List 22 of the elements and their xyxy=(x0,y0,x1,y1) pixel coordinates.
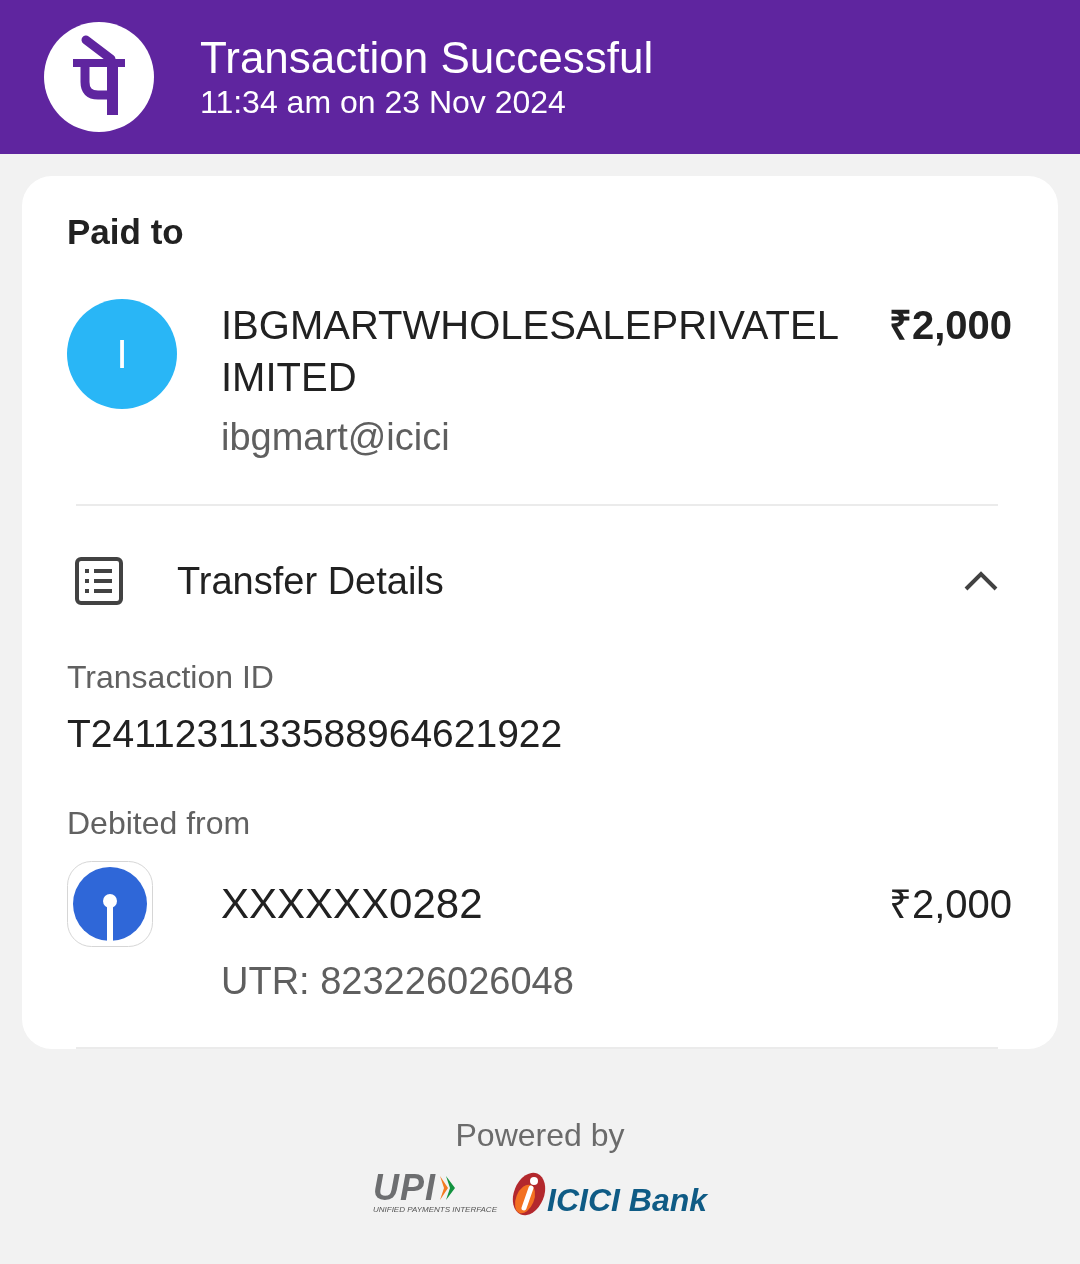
double-chevron-icon xyxy=(438,1175,456,1201)
debited-amount: ₹2,000 xyxy=(888,881,1012,928)
transaction-status-title: Transaction Successful xyxy=(200,33,654,83)
payment-amount: ₹2,000 xyxy=(888,302,1012,349)
payee-avatar: I xyxy=(67,299,177,409)
powered-by-label: Powered by xyxy=(455,1116,625,1155)
keyhole-logo-icon xyxy=(67,861,153,947)
account-number: XXXXXX0282 xyxy=(221,879,483,929)
field-label: Debited from xyxy=(67,804,252,843)
upi-tagline: UNIFIED PAYMENTS INTERFACE xyxy=(372,1205,497,1215)
section-heading: Paid to xyxy=(67,212,185,252)
field-label: Transaction ID xyxy=(67,658,275,697)
transaction-timestamp: 11:34 am on 23 Nov 2024 xyxy=(200,83,567,121)
upi-wordmark: UPI xyxy=(372,1173,436,1203)
field-value: T2411231133588964621922 xyxy=(67,711,564,757)
utr-number: UTR: 823226026048 xyxy=(221,959,575,1003)
logo-icon xyxy=(44,22,154,132)
bank-wordmark: ICICI Bank xyxy=(547,1183,707,1217)
list-icon xyxy=(75,557,123,605)
upi-id: ibgmart@icici xyxy=(221,415,451,459)
payee-name: IBGMARTWHOLESALEPRIVATELIMITED xyxy=(221,302,840,401)
transfer-details-toggle[interactable]: Transfer Details xyxy=(67,543,1012,619)
